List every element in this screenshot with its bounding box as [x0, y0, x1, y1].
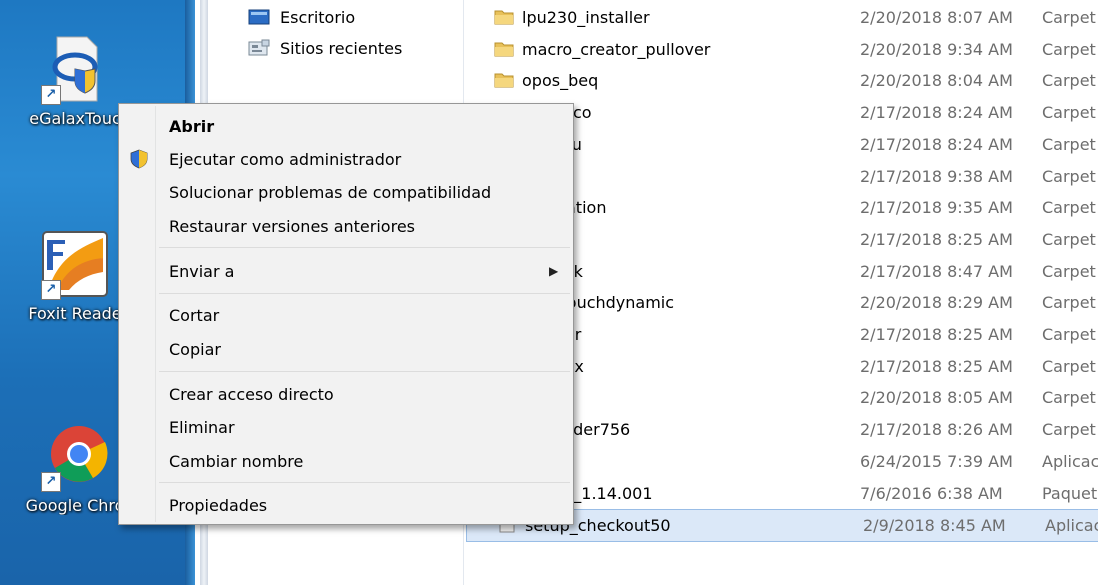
file-date: 7/6/2016 6:38 AM [860, 483, 1003, 503]
file-date: 2/20/2018 9:34 AM [860, 39, 1013, 59]
shortcut-arrow-icon: ↗ [41, 85, 61, 105]
menu-item-create-shortcut[interactable]: Crear acceso directo [169, 385, 334, 404]
file-name: lpu230_installer [522, 8, 650, 27]
submenu-arrow-icon: ▶ [549, 264, 559, 278]
menu-item-troubleshoot-compatibility[interactable]: Solucionar problemas de compatibilidad [169, 183, 491, 202]
nav-item-sitios-recientes[interactable]: Sitios recientes [248, 35, 402, 61]
menu-item-open[interactable]: Abrir [169, 117, 214, 136]
file-date: 6/24/2015 7:39 AM [860, 451, 1013, 471]
file-date: 2/17/2018 9:35 AM [860, 198, 1013, 218]
file-date: 2/17/2018 8:24 AM [860, 134, 1013, 154]
file-date: 2/17/2018 8:25 AM [860, 356, 1013, 376]
file-type: Carpet [1042, 229, 1096, 249]
file-type: Carpet [1042, 261, 1096, 281]
file-date: 2/9/2018 8:45 AM [863, 516, 1006, 536]
file-type: Paquet [1042, 483, 1098, 503]
file-type: Aplicac [1045, 516, 1098, 536]
file-date: 2/20/2018 8:29 AM [860, 293, 1013, 313]
file-type: Carpet [1042, 325, 1096, 344]
file-name: opos_beq [522, 71, 599, 91]
file-type: Carpet [1042, 420, 1096, 440]
recent-places-icon [248, 39, 270, 56]
menu-item-cut[interactable]: Cortar [169, 306, 219, 325]
table-row[interactable]: macro_creator_pullover 2/20/2018 9:34 AM C… [464, 34, 1098, 65]
menu-item-rename[interactable]: Cambiar nombre [169, 452, 303, 471]
uac-shield-icon [130, 149, 148, 169]
context-menu: Abrir Ejecutar como administrador Soluci… [118, 103, 574, 525]
desktop-icon [248, 9, 270, 25]
menu-item-restore-previous-versions[interactable]: Restaurar versiones anteriores [169, 217, 415, 236]
egalax-touch-icon: ↗ [39, 33, 111, 105]
file-type: Carpet [1042, 134, 1096, 154]
file-date: 2/20/2018 8:04 AM [860, 71, 1013, 91]
menu-item-delete[interactable]: Eliminar [169, 418, 235, 437]
nav-item-escritorio[interactable]: Escritorio [248, 4, 355, 30]
menu-item-copy[interactable]: Copiar [169, 340, 221, 359]
file-type: Carpet [1042, 293, 1096, 313]
file-type: Aplicac [1042, 451, 1098, 471]
file-name: macro_creator_pullover [522, 39, 711, 59]
file-type: Carpet [1042, 8, 1096, 27]
shortcut-arrow-icon: ↗ [41, 472, 61, 492]
menu-item-properties[interactable]: Propiedades [169, 496, 267, 515]
folder-icon [494, 10, 514, 25]
menu-separator [159, 482, 570, 483]
nav-item-label: Escritorio [280, 7, 356, 27]
folder-icon [494, 42, 514, 57]
file-date: 2/17/2018 8:47 AM [860, 261, 1013, 281]
google-chrome-icon: ↗ [39, 420, 111, 492]
file-date: 2/17/2018 8:24 AM [860, 103, 1013, 123]
menu-separator [159, 247, 570, 248]
table-row[interactable]: lpu230_installer 2/20/2018 8:07 AM Carpet [464, 2, 1098, 33]
file-type: Carpet [1042, 39, 1096, 59]
file-type: Carpet [1042, 356, 1096, 376]
file-type: Carpet [1042, 71, 1096, 91]
file-date: 2/17/2018 8:26 AM [860, 420, 1013, 440]
shortcut-arrow-icon: ↗ [41, 280, 61, 300]
file-type: Carpet [1042, 388, 1096, 408]
menu-item-run-as-admin[interactable]: Ejecutar como administrador [169, 150, 401, 169]
menu-separator [159, 371, 570, 372]
file-date: 2/20/2018 8:07 AM [860, 8, 1013, 27]
foxit-reader-icon: ↗ [39, 228, 111, 300]
menu-separator [159, 293, 570, 294]
menu-item-send-to[interactable]: Enviar a [169, 262, 234, 281]
file-type: Carpet [1042, 198, 1096, 218]
file-date: 2/20/2018 8:05 AM [860, 388, 1013, 408]
file-date: 2/17/2018 8:25 AM [860, 325, 1013, 344]
file-date: 2/17/2018 8:25 AM [860, 229, 1013, 249]
folder-icon [494, 73, 514, 88]
file-date: 2/17/2018 9:38 AM [860, 166, 1013, 186]
file-type: Carpet [1042, 103, 1096, 123]
file-type: Carpet [1042, 166, 1096, 186]
table-row[interactable]: opos_beq 2/20/2018 8:04 AM Carpet [464, 65, 1098, 96]
nav-item-label: Sitios recientes [280, 38, 403, 58]
